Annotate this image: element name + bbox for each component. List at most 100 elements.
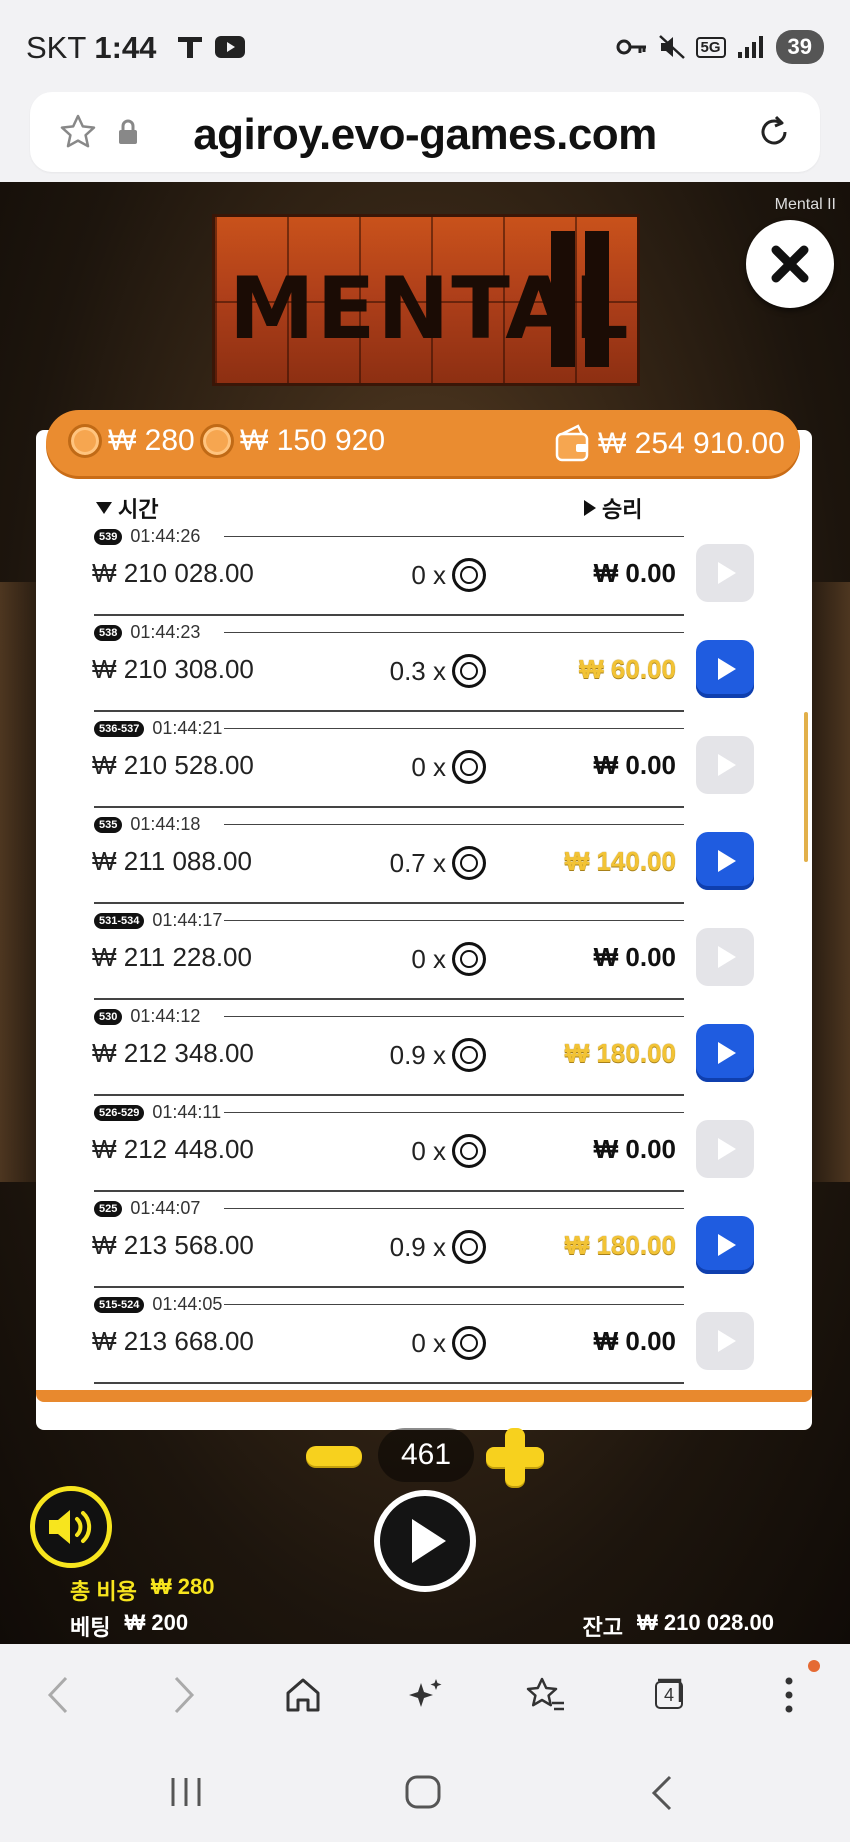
replay-button[interactable] bbox=[696, 1024, 754, 1082]
replay-button[interactable] bbox=[696, 1120, 754, 1178]
win-column-header[interactable]: 승리 bbox=[584, 492, 642, 524]
coin-icon bbox=[452, 1134, 486, 1168]
round-time: 01:44:05 bbox=[152, 1294, 223, 1314]
coin-icon bbox=[452, 942, 486, 976]
row-win: ₩ 0.00 bbox=[593, 942, 676, 972]
row-multiplier: 0.9 x bbox=[360, 1230, 486, 1264]
row-win: ₩ 180.00 bbox=[564, 1230, 676, 1260]
spin-button[interactable] bbox=[374, 1490, 476, 1592]
bet-cost-stat: ₩ 280 bbox=[68, 424, 195, 458]
forward-button[interactable] bbox=[160, 1672, 206, 1718]
row-rule bbox=[224, 1016, 684, 1017]
system-home-icon[interactable] bbox=[404, 1774, 442, 1810]
url-text[interactable]: agiroy.evo-games.com bbox=[30, 110, 820, 160]
replay-button[interactable] bbox=[696, 832, 754, 890]
status-notification-icons bbox=[176, 34, 246, 60]
system-navigation-bar bbox=[0, 1742, 850, 1842]
row-balance: ₩ 213 568.00 bbox=[92, 1230, 254, 1260]
row-rule bbox=[224, 632, 684, 633]
stats-bar: ₩ 280 ₩ 150 920 ₩ 254 910.00 bbox=[46, 410, 800, 476]
row-multiplier: 0 x bbox=[360, 1326, 486, 1360]
replay-button[interactable] bbox=[696, 640, 754, 698]
system-back-icon[interactable] bbox=[648, 1774, 674, 1812]
round-time: 01:44:11 bbox=[152, 1102, 222, 1122]
round-header: 525 01:44:07 bbox=[94, 1198, 200, 1219]
row-win: ₩ 0.00 bbox=[593, 750, 676, 780]
replay-button[interactable] bbox=[696, 1216, 754, 1274]
replay-button[interactable] bbox=[696, 928, 754, 986]
replay-button[interactable] bbox=[696, 544, 754, 602]
row-rule bbox=[224, 920, 684, 921]
close-button[interactable] bbox=[746, 220, 834, 308]
recent-apps-icon[interactable] bbox=[168, 1776, 204, 1808]
speaker-icon bbox=[49, 1510, 92, 1544]
round-badge: 525 bbox=[94, 1200, 123, 1217]
round-header: 538 01:44:23 bbox=[94, 622, 200, 643]
row-rule bbox=[224, 1208, 684, 1209]
sparkle-icon bbox=[409, 1679, 442, 1707]
balance: 잔고 ₩ 210 028.00 bbox=[582, 1610, 774, 1640]
reload-icon[interactable] bbox=[754, 112, 794, 152]
time-column-header[interactable]: 시간 bbox=[96, 492, 158, 524]
coin-icon bbox=[452, 1326, 486, 1360]
history-row: 51401:43:54 bbox=[0, 1386, 850, 1390]
row-multiplier: 0 x bbox=[360, 1134, 486, 1168]
row-balance: ₩ 211 228.00 bbox=[92, 942, 252, 972]
round-header: 535 01:44:18 bbox=[94, 814, 200, 835]
history-row: 535 01:44:18 ₩ 211 088.00 0.7 x ₩ 140.00 bbox=[0, 810, 850, 906]
increase-button[interactable] bbox=[486, 1428, 544, 1486]
round-time: 01:44:21 bbox=[152, 718, 223, 738]
sort-right-icon bbox=[584, 500, 596, 516]
row-multiplier: 0 x bbox=[360, 942, 486, 976]
round-badge: 538 bbox=[94, 624, 123, 641]
row-rule bbox=[224, 536, 684, 537]
coin-icon bbox=[452, 1038, 486, 1072]
coin-icon bbox=[452, 846, 486, 880]
back-button[interactable] bbox=[36, 1672, 82, 1718]
row-multiplier: 0.7 x bbox=[360, 846, 486, 880]
coin-icon bbox=[68, 424, 102, 458]
tab-count: 4 bbox=[655, 1681, 683, 1709]
decrease-button[interactable] bbox=[306, 1446, 362, 1466]
round-header: 530 01:44:12 bbox=[94, 1006, 200, 1027]
row-multiplier: 0.3 x bbox=[360, 654, 486, 688]
status-bar: SKT 1:44 5G 39 bbox=[0, 0, 850, 92]
row-win: ₩ 180.00 bbox=[564, 1038, 676, 1068]
more-menu-button[interactable] bbox=[766, 1672, 812, 1718]
play-icon bbox=[718, 658, 736, 680]
replay-button[interactable] bbox=[696, 736, 754, 794]
history-panel-border bbox=[36, 1390, 812, 1402]
history-row: 526-529 01:44:11 ₩ 212 448.00 0 x ₩ 0.00 bbox=[0, 1098, 850, 1194]
tabs-button[interactable]: 4 bbox=[644, 1672, 690, 1718]
signal-icon bbox=[737, 36, 763, 58]
assistant-button[interactable] bbox=[402, 1672, 448, 1718]
bookmarks-button[interactable] bbox=[522, 1672, 568, 1718]
play-icon bbox=[412, 1519, 446, 1563]
row-balance: ₩ 210 308.00 bbox=[92, 654, 254, 684]
row-multiplier: 0 x bbox=[360, 750, 486, 784]
round-time: 01:44:18 bbox=[130, 814, 201, 834]
bet-amount: 베팅 ₩ 200 bbox=[70, 1610, 189, 1640]
home-button[interactable] bbox=[280, 1672, 326, 1718]
round-badge: 535 bbox=[94, 816, 123, 833]
address-bar[interactable]: agiroy.evo-games.com bbox=[30, 92, 820, 172]
row-divider bbox=[94, 710, 684, 712]
play-icon bbox=[718, 754, 736, 776]
play-icon bbox=[718, 1330, 736, 1352]
round-badge: 531-534 bbox=[94, 912, 145, 929]
round-time: 01:44:17 bbox=[152, 910, 223, 930]
play-icon bbox=[718, 850, 736, 872]
row-win: ₩ 0.00 bbox=[593, 1326, 676, 1356]
row-divider bbox=[94, 1094, 684, 1096]
row-divider bbox=[94, 806, 684, 808]
chevron-right-icon bbox=[174, 1676, 195, 1714]
close-icon bbox=[771, 245, 809, 283]
game-title-label: Mental II bbox=[774, 196, 836, 213]
replay-button[interactable] bbox=[696, 1312, 754, 1370]
sound-button[interactable] bbox=[30, 1486, 112, 1568]
row-win: ₩ 0.00 bbox=[593, 558, 676, 588]
play-icon bbox=[718, 1234, 736, 1256]
spin-count-stepper: 461 bbox=[306, 1424, 546, 1490]
row-rule bbox=[224, 728, 684, 729]
history-row: 536-537 01:44:21 ₩ 210 528.00 0 x ₩ 0.00 bbox=[0, 714, 850, 810]
